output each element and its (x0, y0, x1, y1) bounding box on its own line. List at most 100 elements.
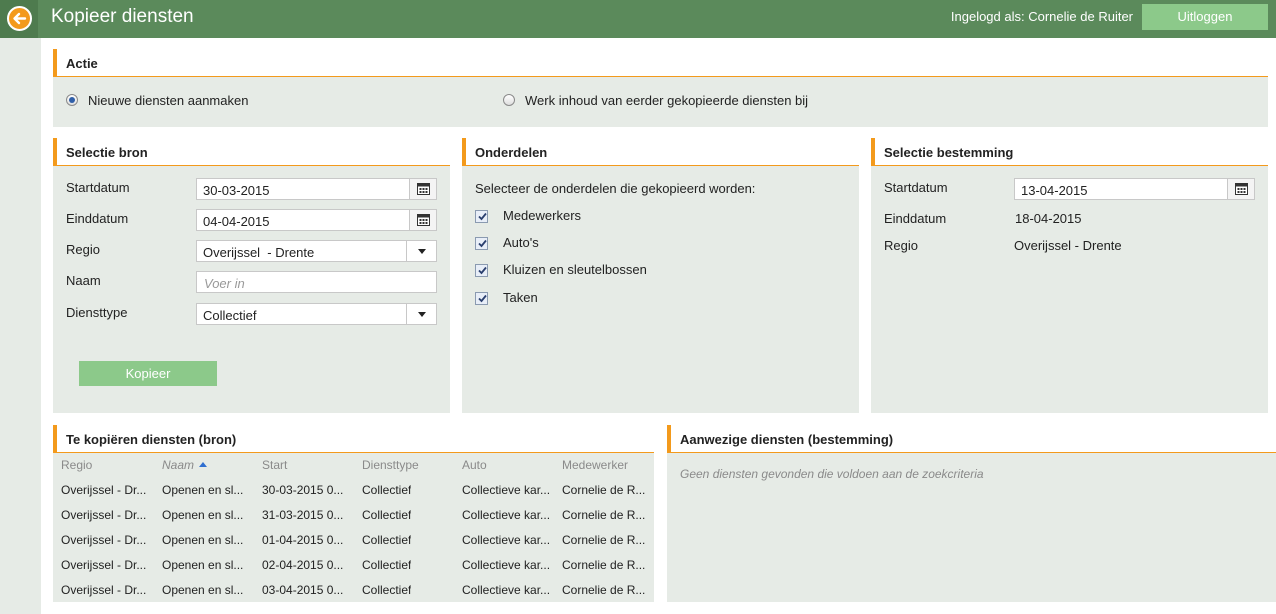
bestemming-startdatum-value: 13-04-2015 (1021, 183, 1088, 198)
table-cell: Cornelie de R... (562, 483, 646, 497)
page-title: Kopieer diensten (51, 6, 194, 27)
calendar-icon[interactable] (1227, 179, 1254, 199)
actie-panel: Actie Nieuwe diensten aanmaken Werk inho… (53, 49, 1268, 127)
table-cell: Collectief (362, 583, 412, 597)
bestemming-regio-label: Regio (884, 238, 918, 253)
onderdelen-header: Onderdelen (462, 138, 859, 166)
table-cell: Collectief (362, 533, 412, 547)
bron-einddatum-value: 04-04-2015 (203, 214, 270, 229)
bron-einddatum-label: Einddatum (66, 211, 129, 226)
left-gutter (0, 38, 41, 614)
column-header-medewerker[interactable]: Medewerker (562, 458, 628, 472)
checkmark-icon (478, 212, 487, 221)
table-cell: Openen en sl... (162, 583, 244, 597)
table-cell: Cornelie de R... (562, 583, 646, 597)
checkbox-kluizen[interactable] (475, 264, 488, 277)
radio-new-services[interactable] (66, 94, 78, 106)
top-bar: Kopieer diensten Ingelogd als: Cornelie … (0, 0, 1276, 38)
onderdelen-title: Onderdelen (475, 145, 548, 160)
bron-naam-placeholder: Voer in (204, 276, 245, 291)
actie-panel-header: Actie (53, 49, 1268, 77)
table-cell: Collectief (362, 508, 412, 522)
bestemming-table-panel: Aanwezige diensten (bestemming) (667, 425, 1276, 602)
bron-startdatum-label: Startdatum (66, 180, 130, 195)
selectie-bestemming-title: Selectie bestemming (884, 145, 1014, 160)
checkbox-taken-label[interactable]: Taken (503, 290, 538, 305)
logout-button[interactable]: Uitloggen (1142, 4, 1268, 30)
checkbox-autos-label[interactable]: Auto's (503, 235, 539, 250)
checkmark-icon (478, 266, 487, 275)
bron-table-header: Te kopiëren diensten (bron) (53, 425, 654, 453)
table-cell: Collectief (362, 483, 412, 497)
bron-diensttype-value: Collectief (203, 308, 257, 323)
bron-startdatum-value: 30-03-2015 (203, 183, 270, 198)
table-cell: Openen en sl... (162, 558, 244, 572)
radio-new-services-label[interactable]: Nieuwe diensten aanmaken (88, 93, 248, 108)
checkbox-autos[interactable] (475, 237, 488, 250)
radio-update-services[interactable] (503, 94, 515, 106)
calendar-icon[interactable] (409, 210, 436, 230)
column-header-naam[interactable]: Naam (162, 458, 208, 472)
table-cell: Collectieve kar... (462, 583, 551, 597)
back-button[interactable] (0, 0, 38, 38)
checkbox-kluizen-label[interactable]: Kluizen en sleutelbossen (503, 262, 647, 277)
column-header-start[interactable]: Start (262, 458, 287, 472)
bestemming-startdatum-input[interactable]: 13-04-2015 (1014, 178, 1255, 200)
table-cell: 02-04-2015 0... (262, 558, 344, 572)
checkbox-taken[interactable] (475, 292, 488, 305)
bron-regio-value: Overijssel - Drente (203, 245, 315, 260)
radio-update-services-label[interactable]: Werk inhoud van eerder gekopieerde diens… (525, 93, 808, 108)
bestemming-startdatum-label: Startdatum (884, 180, 948, 195)
checkmark-icon (478, 239, 487, 248)
bron-diensttype-select[interactable]: Collectief (196, 303, 437, 325)
bestemming-einddatum-value: 18-04-2015 (1015, 211, 1082, 226)
checkbox-medewerkers-label[interactable]: Medewerkers (503, 208, 581, 223)
column-header-regio[interactable]: Regio (61, 458, 92, 472)
table-cell: Openen en sl... (162, 483, 244, 497)
onderdelen-intro: Selecteer de onderdelen die gekopieerd w… (475, 181, 756, 196)
kopieer-button[interactable]: Kopieer (79, 361, 217, 386)
table-cell: Collectieve kar... (462, 483, 551, 497)
table-cell: Openen en sl... (162, 508, 244, 522)
bron-diensttype-label: Diensttype (66, 305, 128, 320)
table-cell: Overijssel - Dr... (61, 583, 147, 597)
table-cell: Cornelie de R... (562, 558, 646, 572)
bron-regio-label: Regio (66, 242, 100, 257)
checkmark-icon (478, 294, 487, 303)
bron-naam-label: Naam (66, 273, 101, 288)
chevron-down-icon[interactable] (406, 304, 436, 324)
actie-title: Actie (66, 56, 98, 71)
table-cell: Collectieve kar... (462, 558, 551, 572)
selectie-bron-title: Selectie bron (66, 145, 148, 160)
bron-naam-input[interactable]: Voer in (196, 271, 437, 293)
table-cell: 01-04-2015 0... (262, 533, 344, 547)
sort-ascending-icon (199, 462, 208, 467)
table-cell: Collectieve kar... (462, 508, 551, 522)
table-cell: 31-03-2015 0... (262, 508, 344, 522)
logged-in-user-label: Ingelogd als: Cornelie de Ruiter (950, 9, 1133, 24)
checkbox-medewerkers[interactable] (475, 210, 488, 223)
chevron-down-icon[interactable] (406, 241, 436, 261)
table-cell: 03-04-2015 0... (262, 583, 344, 597)
bestemming-table-header: Aanwezige diensten (bestemming) (667, 425, 1276, 453)
calendar-icon[interactable] (409, 179, 436, 199)
bron-table-title: Te kopiëren diensten (bron) (66, 432, 237, 447)
table-cell: Openen en sl... (162, 533, 244, 547)
table-cell: Overijssel - Dr... (61, 533, 147, 547)
column-header-naam-label: Naam (162, 458, 195, 472)
bestemming-einddatum-label: Einddatum (884, 211, 947, 226)
selectie-bestemming-header: Selectie bestemming (871, 138, 1268, 166)
back-arrow-icon (7, 6, 32, 31)
bron-einddatum-input[interactable]: 04-04-2015 (196, 209, 437, 231)
table-cell: Cornelie de R... (562, 508, 646, 522)
table-cell: Collectief (362, 558, 412, 572)
empty-results-message: Geen diensten gevonden die voldoen aan d… (680, 467, 984, 481)
table-cell: Overijssel - Dr... (61, 483, 147, 497)
table-cell: Overijssel - Dr... (61, 508, 147, 522)
column-header-auto[interactable]: Auto (462, 458, 487, 472)
bron-regio-select[interactable]: Overijssel - Drente (196, 240, 437, 262)
selectie-bron-header: Selectie bron (53, 138, 450, 166)
bron-startdatum-input[interactable]: 30-03-2015 (196, 178, 437, 200)
bestemming-table-title: Aanwezige diensten (bestemming) (680, 432, 894, 447)
column-header-diensttype[interactable]: Diensttype (362, 458, 419, 472)
